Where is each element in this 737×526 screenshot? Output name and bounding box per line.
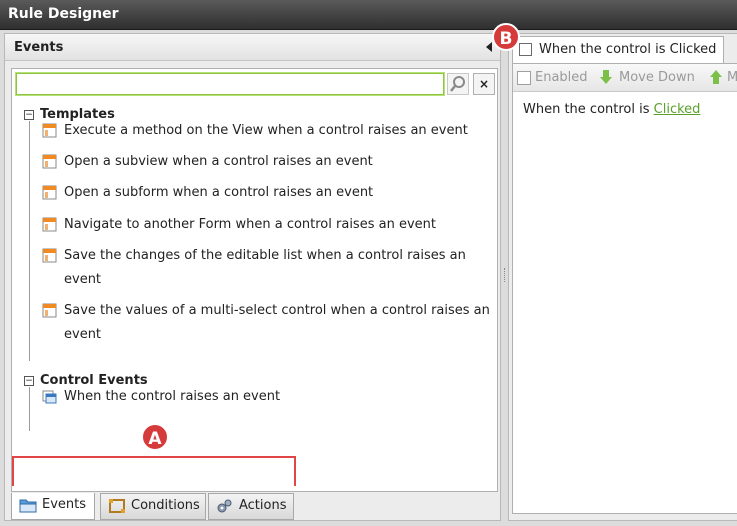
control-event-item-raises-event[interactable]: When the control raises an event <box>42 385 492 409</box>
template-item-save-multi-select[interactable]: Save the values of a multi-select contro… <box>42 299 492 347</box>
control-event-icon <box>42 390 57 404</box>
control-events-collapse-toggle[interactable]: − <box>24 376 34 386</box>
move-up-button[interactable]: M <box>727 70 737 85</box>
rule-tab-checkbox[interactable] <box>519 43 532 56</box>
template-item-execute-method[interactable]: Execute a method on the View when a cont… <box>42 119 492 143</box>
search-icon[interactable] <box>447 73 469 95</box>
template-item-label: Open a subview when a control raises an … <box>64 154 373 169</box>
rule-description: When the control is Clicked <box>523 102 700 117</box>
conditions-icon <box>109 499 125 513</box>
template-item-open-subview[interactable]: Open a subview when a control raises an … <box>42 150 492 174</box>
enabled-label: Enabled <box>535 70 588 85</box>
tab-events[interactable]: Events <box>11 493 95 520</box>
events-pane: Events × − Templates Execute a method on… <box>4 33 501 521</box>
tab-conditions-label: Conditions <box>131 498 200 513</box>
template-item-label: Save the changes of the editable list wh… <box>64 248 466 263</box>
collapse-pane-button[interactable] <box>486 42 492 52</box>
template-item-navigate-form[interactable]: Navigate to another Form when a control … <box>42 213 492 237</box>
template-item-save-editable-list[interactable]: Save the changes of the editable list wh… <box>42 244 492 292</box>
template-item-label-cont: event <box>64 272 102 287</box>
clear-search-button[interactable]: × <box>473 73 495 95</box>
template-icon <box>42 217 57 232</box>
tab-actions[interactable]: Actions <box>208 493 294 520</box>
rule-tab[interactable]: When the control is Clicked <box>512 36 724 63</box>
window-title: Rule Designer <box>0 0 737 30</box>
tree-line <box>29 387 30 431</box>
splitter-grip[interactable] <box>504 268 506 282</box>
template-icon <box>42 303 57 318</box>
annotation-marker-a: A <box>141 423 169 451</box>
events-list: × − Templates Execute a method on the Vi… <box>11 68 498 492</box>
template-item-label: Execute a method on the View when a cont… <box>64 123 468 138</box>
annotation-box-a <box>12 456 296 486</box>
enabled-checkbox[interactable] <box>517 71 531 85</box>
events-pane-title: Events <box>14 40 64 55</box>
template-item-open-subform[interactable]: Open a subform when a control raises an … <box>42 181 492 205</box>
search-input[interactable] <box>15 72 445 96</box>
rule-prefix: When the control is <box>523 102 654 117</box>
arrow-up-icon <box>709 69 723 89</box>
rule-toolbar: Enabled Move Down M <box>513 64 737 92</box>
template-item-label: Navigate to another Form when a control … <box>64 217 436 232</box>
control-event-item-label: When the control raises an event <box>64 389 281 404</box>
template-icon <box>42 123 57 138</box>
rule-tab-label: When the control is Clicked <box>539 42 717 57</box>
arrow-down-icon <box>599 69 613 89</box>
tab-actions-label: Actions <box>239 498 287 513</box>
tab-events-label: Events <box>42 497 87 512</box>
template-item-label: Save the values of a multi-select contro… <box>64 303 490 318</box>
rule-pane: When the control is Clicked Enabled Move… <box>508 33 737 521</box>
rule-event-link[interactable]: Clicked <box>654 102 701 117</box>
template-icon <box>42 154 57 169</box>
template-icon <box>42 248 57 263</box>
template-icon <box>42 185 57 200</box>
search-row: × <box>15 72 495 97</box>
folder-icon <box>19 499 37 513</box>
move-down-button[interactable]: Move Down <box>619 70 695 85</box>
tab-conditions[interactable]: Conditions <box>100 493 206 520</box>
template-item-label-cont: event <box>64 327 102 342</box>
rule-body: Enabled Move Down M When the control is … <box>512 63 737 514</box>
events-pane-header: Events <box>5 34 500 61</box>
template-item-label: Open a subform when a control raises an … <box>64 185 374 200</box>
gears-icon <box>217 499 232 513</box>
annotation-marker-b: B <box>492 23 520 51</box>
tree-line <box>29 121 30 361</box>
templates-collapse-toggle[interactable]: − <box>24 110 34 120</box>
